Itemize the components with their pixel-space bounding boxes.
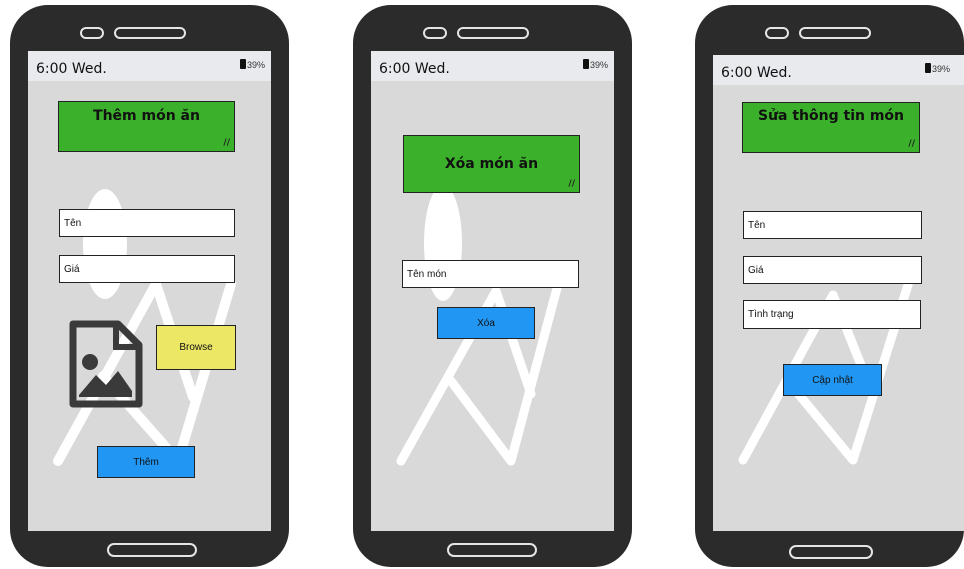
home-button[interactable]	[107, 543, 197, 557]
status-time: 6:00 Wed.	[36, 61, 107, 77]
delete-button-label: Xóa	[477, 317, 495, 329]
camera-dot	[80, 27, 104, 39]
battery-indicator: 39%	[924, 63, 950, 74]
battery-level: 39%	[246, 60, 265, 70]
background-placeholder-art	[396, 185, 566, 466]
price-field-label: Giá	[748, 264, 764, 276]
delete-button[interactable]: Xóa	[437, 307, 535, 339]
price-field[interactable]: Giá	[59, 255, 235, 283]
phone-edit-dish: 6:00 Wed. 39% Sửa thông tin món // Tên G…	[695, 5, 964, 567]
phone-delete-dish: 6:00 Wed. 39% Xóa món ăn // Tên món Xóa	[353, 5, 632, 567]
speaker-grille	[799, 27, 871, 39]
page-title: Xóa món ăn //	[403, 135, 580, 193]
name-field-label: Tên	[64, 217, 82, 229]
status-time: 6:00 Wed.	[721, 65, 792, 81]
price-field[interactable]: Giá	[743, 256, 922, 284]
battery-indicator: 39%	[582, 59, 608, 70]
speaker-grille	[114, 27, 186, 39]
resize-grip-icon: //	[908, 139, 915, 149]
home-button[interactable]	[447, 543, 537, 557]
status-field[interactable]: Tình trạng	[743, 300, 921, 329]
dish-name-field[interactable]: Tên món	[402, 260, 579, 288]
status-field-label: Tình trạng	[748, 309, 794, 320]
name-field[interactable]: Tên	[59, 209, 235, 237]
camera-dot	[423, 27, 447, 39]
image-file-icon	[69, 320, 143, 408]
update-button[interactable]: Cập nhật	[783, 364, 882, 396]
speaker-grille	[457, 27, 529, 39]
dish-name-field-label: Tên món	[407, 268, 447, 280]
phone-add-dish: 6:00 Wed. 39% Thêm món ăn // Tên Giá Bro…	[10, 5, 289, 567]
resize-grip-icon: //	[223, 138, 230, 148]
page-title-text: Sửa thông tin món	[757, 108, 904, 124]
status-bar: 6:00 Wed. 39%	[371, 51, 614, 81]
add-button-label: Thêm	[133, 456, 159, 468]
battery-indicator: 39%	[239, 59, 265, 70]
name-field-label: Tên	[748, 219, 766, 231]
screen-edit-dish: 6:00 Wed. 39% Sửa thông tin món // Tên G…	[713, 55, 964, 531]
page-title: Sửa thông tin món //	[742, 102, 920, 153]
page-title-text: Thêm món ăn	[93, 108, 200, 124]
status-bar: 6:00 Wed. 39%	[28, 51, 271, 81]
screen-add-dish: 6:00 Wed. 39% Thêm món ăn // Tên Giá Bro…	[28, 51, 271, 531]
price-field-label: Giá	[64, 263, 80, 275]
browse-button-label: Browse	[179, 342, 213, 353]
add-button[interactable]: Thêm	[97, 446, 195, 478]
page-title: Thêm món ăn //	[58, 101, 235, 152]
battery-level: 39%	[589, 60, 608, 70]
home-button[interactable]	[789, 545, 873, 559]
browse-button[interactable]: Browse	[156, 325, 236, 370]
page-title-text: Xóa món ăn	[444, 156, 539, 172]
resize-grip-icon: //	[568, 179, 575, 189]
screen-delete-dish: 6:00 Wed. 39% Xóa món ăn // Tên món Xóa	[371, 51, 614, 531]
status-time: 6:00 Wed.	[379, 61, 450, 77]
name-field[interactable]: Tên	[743, 211, 922, 239]
battery-level: 39%	[931, 64, 950, 74]
battery-icon	[924, 63, 931, 73]
update-button-label: Cập nhật	[812, 374, 853, 386]
status-bar: 6:00 Wed. 39%	[713, 55, 964, 85]
battery-icon	[239, 59, 246, 69]
camera-dot	[765, 27, 789, 39]
battery-icon	[582, 59, 589, 69]
